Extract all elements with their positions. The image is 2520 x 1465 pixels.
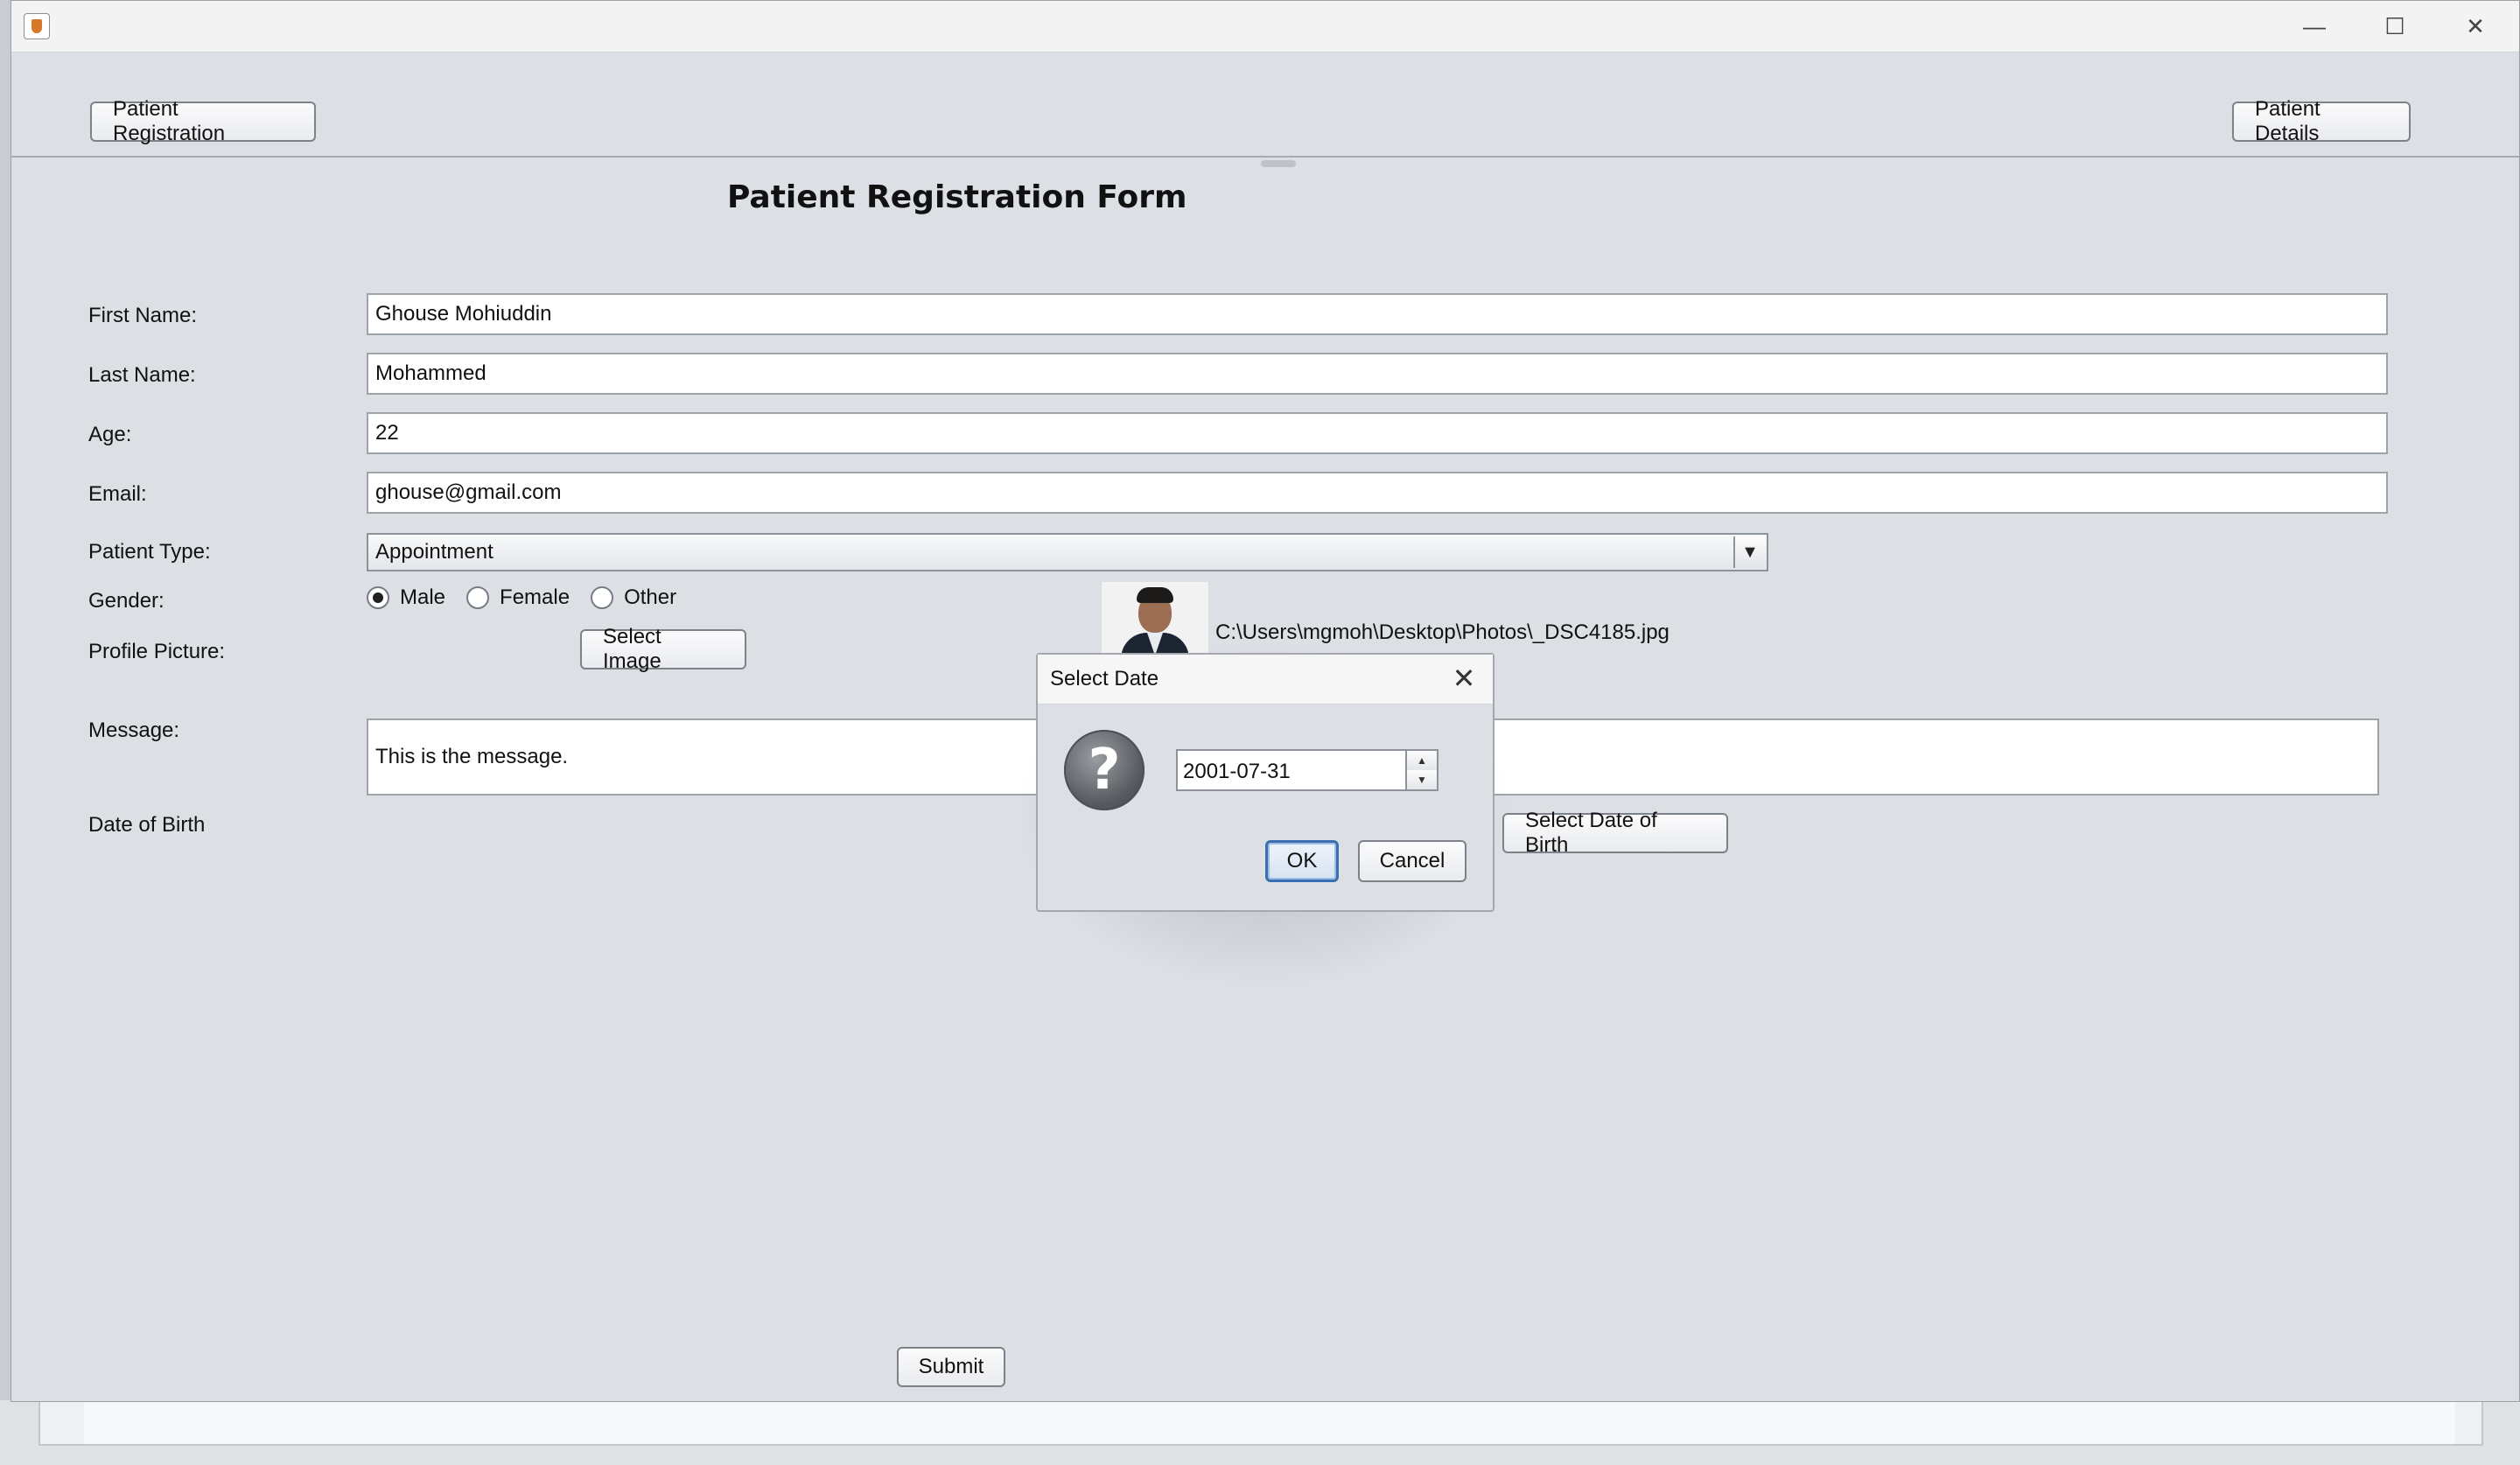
select-dob-button[interactable]: Select Date of Birth xyxy=(1502,809,1728,857)
last-name-field[interactable]: Mohammed xyxy=(367,353,2388,395)
last-name-label: Last Name: xyxy=(88,363,196,387)
split-pane-handle[interactable] xyxy=(1261,160,1296,167)
submit-button[interactable]: Submit xyxy=(897,1347,1005,1387)
question-icon: ? xyxy=(1064,730,1144,810)
cancel-button[interactable]: Cancel xyxy=(1358,840,1466,882)
chevron-down-icon[interactable]: ▼ xyxy=(1733,536,1765,568)
spinner-buttons: ▲ ▼ xyxy=(1405,751,1437,789)
date-spinner-value[interactable]: 2001-07-31 xyxy=(1183,760,1291,784)
select-image-button[interactable]: Select Image xyxy=(580,625,746,673)
minimize-button[interactable]: — xyxy=(2274,1,2355,52)
message-label: Message: xyxy=(88,718,180,742)
dialog-title: Select Date xyxy=(1050,667,1159,690)
email-field[interactable]: ghouse@gmail.com xyxy=(367,472,2388,514)
patient-type-value: Appointment xyxy=(375,540,494,564)
first-name-label: First Name: xyxy=(88,304,198,327)
gender-label-other[interactable]: Other xyxy=(624,585,676,610)
gender-radio-other[interactable] xyxy=(591,586,614,609)
close-button[interactable]: ✕ xyxy=(2435,1,2516,52)
age-field[interactable]: 22 xyxy=(367,412,2388,454)
age-label: Age: xyxy=(88,423,132,446)
spinner-down-icon[interactable]: ▼ xyxy=(1407,770,1437,789)
select-date-dialog: Select Date ✕ ? 2001-07-31 ▲ ▼ OK Cancel xyxy=(1036,653,1494,912)
first-name-field[interactable]: Ghouse Mohiuddin xyxy=(367,293,2388,335)
gender-label-female[interactable]: Female xyxy=(500,585,570,610)
gender-label: Gender: xyxy=(88,589,164,613)
patient-type-label: Patient Type: xyxy=(88,540,211,564)
profile-picture-label: Profile Picture: xyxy=(88,640,226,663)
maximize-button[interactable]: ☐ xyxy=(2355,1,2435,52)
gender-label-male[interactable]: Male xyxy=(400,585,445,610)
patient-type-select[interactable]: Appointment ▼ xyxy=(367,533,1768,571)
background-window-content xyxy=(84,1400,2455,1444)
dialog-close-icon[interactable]: ✕ xyxy=(1446,660,1482,697)
patient-registration-button[interactable]: Patient Registration xyxy=(90,97,316,145)
ok-button[interactable]: OK xyxy=(1265,840,1339,882)
gender-radio-group: Male Female Other xyxy=(367,585,697,610)
dob-label: Date of Birth xyxy=(88,813,206,837)
title-bar: — ☐ ✕ xyxy=(11,1,2519,53)
date-spinner[interactable]: 2001-07-31 ▲ ▼ xyxy=(1176,749,1438,791)
gender-radio-female[interactable] xyxy=(466,586,490,609)
spinner-up-icon[interactable]: ▲ xyxy=(1407,751,1437,771)
form-title: Patient Registration Form xyxy=(727,179,1187,215)
desktop-background xyxy=(0,1400,2520,1465)
dialog-title-bar: Select Date ✕ xyxy=(1038,655,1493,704)
split-pane-divider[interactable] xyxy=(11,156,2519,158)
java-app-icon xyxy=(24,13,50,39)
patient-details-button[interactable]: Patient Details xyxy=(2232,97,2411,145)
email-label: Email: xyxy=(88,482,147,506)
gender-radio-male[interactable] xyxy=(367,586,389,609)
